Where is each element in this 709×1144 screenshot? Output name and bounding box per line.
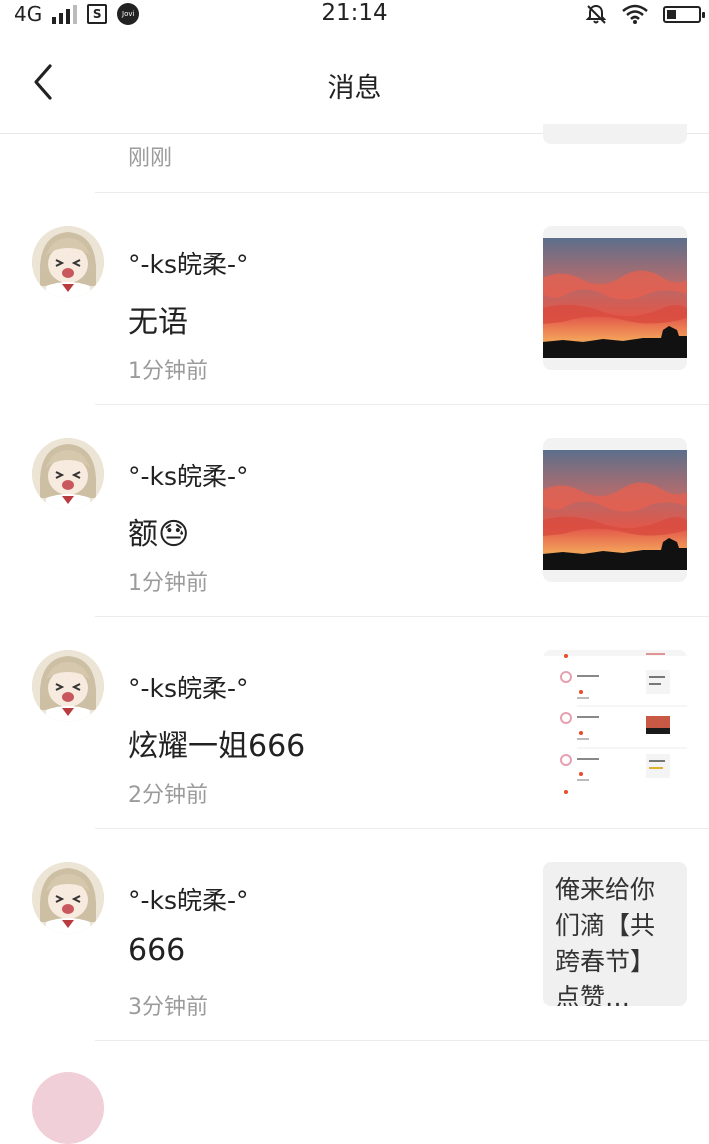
message-content: 无语	[128, 305, 188, 340]
list-item[interactable]: °-ks皖柔-° 炫耀一姐666 2分钟前	[0, 617, 709, 829]
sunset-image[interactable]	[543, 438, 687, 582]
avatar[interactable]	[32, 438, 104, 510]
message-content: 炫耀一姐666	[128, 729, 306, 764]
username: °-ks皖柔-°	[128, 886, 249, 915]
avatar[interactable]	[32, 650, 104, 722]
username: °-ks皖柔-°	[128, 462, 249, 491]
status-bar: 4G S Jovi 21:14	[0, 0, 709, 30]
divider	[95, 1040, 709, 1041]
message-time: 刚刚	[128, 146, 173, 171]
message-content: 666	[128, 933, 186, 968]
list-item[interactable]: °-ks皖柔-° 额😓 1分钟前	[0, 405, 709, 617]
list-item[interactable]: °-ks皖柔-° 666 3分钟前 俺来给你们滴【共跨春节】点赞…	[0, 829, 709, 1041]
battery-level	[667, 9, 676, 19]
username: °-ks皖柔-°	[128, 250, 249, 279]
mute-icon	[585, 4, 607, 24]
nav-bar: 消息	[0, 30, 709, 134]
avatar[interactable]	[32, 226, 104, 298]
message-time: 2分钟前	[128, 783, 208, 808]
message-time: 3分钟前	[128, 995, 208, 1020]
message-time: 1分钟前	[128, 571, 208, 596]
page-title: 消息	[327, 73, 382, 104]
list-item[interactable]: °-ks皖柔-° 无语 1分钟前	[0, 193, 709, 405]
sunset-image[interactable]	[543, 226, 687, 370]
avatar[interactable]	[32, 862, 104, 934]
wifi-icon	[622, 4, 648, 24]
screenshot-image[interactable]	[543, 650, 687, 794]
message-time: 1分钟前	[128, 359, 208, 384]
message-content: 额😓	[128, 517, 190, 552]
text-thumbnail[interactable]: 俺来给你们滴【共跨春节】点赞…	[543, 862, 687, 1006]
thumbnail-partial[interactable]	[543, 124, 687, 144]
username: °-ks皖柔-°	[128, 674, 249, 703]
battery-icon	[663, 5, 705, 23]
